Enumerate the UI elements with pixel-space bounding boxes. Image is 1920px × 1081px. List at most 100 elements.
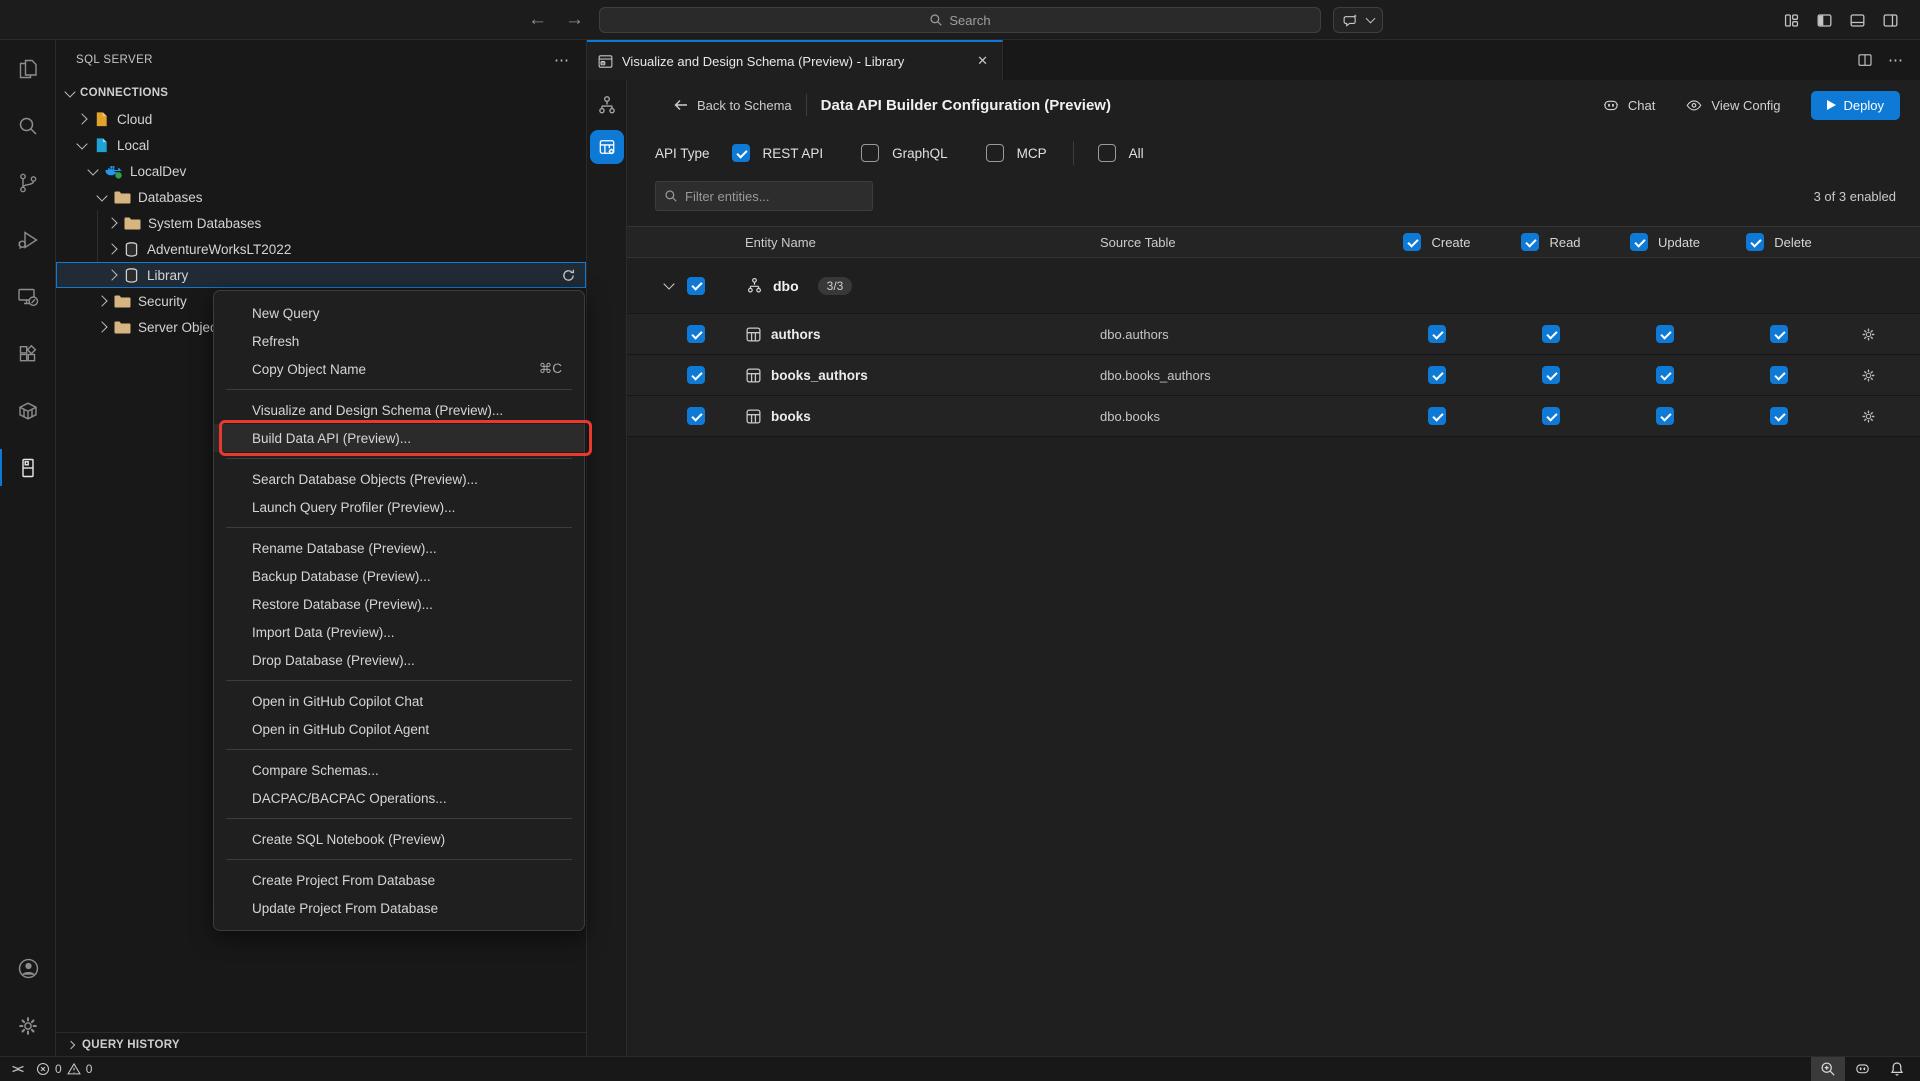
entity-row-books-authors[interactable]: books_authors dbo.books_authors — [627, 355, 1920, 396]
delete-checkbox[interactable] — [1770, 366, 1788, 384]
menu-item-refresh[interactable]: Refresh — [214, 327, 584, 355]
source-control-icon[interactable] — [0, 154, 56, 211]
menu-item-create-project[interactable]: Create Project From Database — [214, 866, 584, 894]
copilot-chat-button[interactable] — [1333, 7, 1383, 33]
chevron-down-icon[interactable] — [663, 278, 674, 289]
row-settings-gear-icon[interactable] — [1836, 408, 1900, 425]
menu-item-update-project[interactable]: Update Project From Database — [214, 894, 584, 922]
row-checkbox[interactable] — [687, 366, 705, 384]
api-option-mcp[interactable]: MCP — [986, 144, 1047, 162]
run-debug-icon[interactable] — [0, 211, 56, 268]
editor-more-actions-icon[interactable]: ⋯ — [1888, 51, 1904, 69]
read-checkbox[interactable] — [1542, 366, 1560, 384]
chat-button[interactable]: Chat — [1602, 96, 1655, 114]
mcp-checkbox[interactable] — [986, 144, 1004, 162]
view-config-button[interactable]: View Config — [1685, 96, 1780, 114]
connections-section-header[interactable]: CONNECTIONS — [56, 80, 586, 106]
back-to-schema-link[interactable]: Back to Schema — [673, 97, 792, 113]
copilot-status[interactable] — [1845, 1057, 1880, 1081]
rest-api-checkbox[interactable] — [732, 144, 750, 162]
delete-checkbox[interactable] — [1770, 325, 1788, 343]
entity-row-books[interactable]: books dbo.books — [627, 396, 1920, 437]
filter-entities-input[interactable] — [685, 189, 864, 204]
row-checkbox[interactable] — [687, 407, 705, 425]
search-view-icon[interactable] — [0, 97, 56, 154]
menu-item-copy-object-name[interactable]: Copy Object Name⌘C — [214, 355, 584, 383]
menu-item-open-copilot-agent[interactable]: Open in GitHub Copilot Agent — [214, 715, 584, 743]
row-settings-gear-icon[interactable] — [1836, 326, 1900, 343]
customize-layout-icon[interactable] — [1782, 11, 1801, 30]
nav-back-icon[interactable]: ← — [528, 9, 547, 31]
api-option-graphql[interactable]: GraphQL — [861, 144, 948, 162]
create-checkbox[interactable] — [1428, 407, 1446, 425]
database-projects-icon[interactable] — [0, 439, 56, 496]
remote-indicator-icon[interactable]: >< — [12, 1062, 22, 1076]
tree-item-system-databases[interactable]: System Databases — [56, 210, 586, 236]
global-search-input[interactable]: Search — [599, 7, 1321, 33]
menu-item-create-sql-notebook[interactable]: Create SQL Notebook (Preview) — [214, 825, 584, 853]
menu-item-backup-database[interactable]: Backup Database (Preview)... — [214, 562, 584, 590]
notifications-bell[interactable] — [1880, 1057, 1914, 1081]
update-checkbox[interactable] — [1656, 325, 1674, 343]
explorer-icon[interactable] — [0, 40, 56, 97]
menu-item-rename-database[interactable]: Rename Database (Preview)... — [214, 534, 584, 562]
sidebar-more-actions-icon[interactable]: ⋯ — [554, 51, 570, 69]
graphql-checkbox[interactable] — [861, 144, 879, 162]
api-option-all[interactable]: All — [1098, 144, 1144, 162]
schema-view-icon[interactable] — [596, 94, 618, 116]
menu-item-build-data-api[interactable]: Build Data API (Preview)... — [214, 424, 584, 452]
api-option-rest[interactable]: REST API — [732, 144, 824, 162]
menu-item-dacpac-bacpac[interactable]: DACPAC/BACPAC Operations... — [214, 784, 584, 812]
nav-forward-icon[interactable]: → — [565, 9, 584, 31]
create-checkbox[interactable] — [1428, 325, 1446, 343]
filter-entities-input-wrap[interactable] — [655, 181, 873, 211]
data-api-view-button[interactable] — [590, 130, 624, 164]
menu-item-search-database-objects[interactable]: Search Database Objects (Preview)... — [214, 465, 584, 493]
menu-item-open-copilot-chat[interactable]: Open in GitHub Copilot Chat — [214, 687, 584, 715]
create-all-checkbox[interactable] — [1403, 233, 1421, 251]
tab-visualize-design-schema[interactable]: Visualize and Design Schema (Preview) - … — [587, 40, 1003, 80]
menu-item-compare-schemas[interactable]: Compare Schemas... — [214, 756, 584, 784]
schema-group-row[interactable]: dbo 3/3 — [627, 258, 1920, 314]
menu-item-drop-database[interactable]: Drop Database (Preview)... — [214, 646, 584, 674]
menu-item-import-data[interactable]: Import Data (Preview)... — [214, 618, 584, 646]
update-checkbox[interactable] — [1656, 407, 1674, 425]
query-history-section[interactable]: QUERY HISTORY — [56, 1032, 586, 1056]
tree-item-localdev[interactable]: LocalDev — [56, 158, 586, 184]
delete-all-checkbox[interactable] — [1746, 233, 1764, 251]
row-settings-gear-icon[interactable] — [1836, 367, 1900, 384]
split-editor-icon[interactable] — [1856, 51, 1874, 69]
read-checkbox[interactable] — [1542, 325, 1560, 343]
settings-gear-icon[interactable] — [0, 997, 56, 1054]
tree-item-adventureworks[interactable]: AdventureWorksLT2022 — [56, 236, 586, 262]
menu-item-restore-database[interactable]: Restore Database (Preview)... — [214, 590, 584, 618]
tree-item-cloud[interactable]: Cloud — [56, 106, 586, 132]
delete-checkbox[interactable] — [1770, 407, 1788, 425]
row-checkbox[interactable] — [687, 325, 705, 343]
tree-item-library[interactable]: Library — [56, 262, 586, 288]
read-checkbox[interactable] — [1542, 407, 1560, 425]
create-checkbox[interactable] — [1428, 366, 1446, 384]
zoom-indicator[interactable] — [1811, 1057, 1845, 1081]
toggle-sidebar-icon[interactable] — [1815, 11, 1834, 30]
menu-item-new-query[interactable]: New Query — [214, 299, 584, 327]
entity-row-authors[interactable]: authors dbo.authors — [627, 314, 1920, 355]
problems-indicator[interactable]: 0 0 — [36, 1062, 92, 1076]
extensions-icon[interactable] — [0, 325, 56, 382]
tree-item-databases[interactable]: Databases — [56, 184, 586, 210]
update-all-checkbox[interactable] — [1630, 233, 1648, 251]
menu-item-visualize-design-schema[interactable]: Visualize and Design Schema (Preview)... — [214, 396, 584, 424]
group-checkbox[interactable] — [687, 277, 705, 295]
remote-sql-icon[interactable] — [0, 268, 56, 325]
deploy-button[interactable]: Deploy — [1811, 91, 1900, 120]
menu-item-launch-query-profiler[interactable]: Launch Query Profiler (Preview)... — [214, 493, 584, 521]
tree-item-local[interactable]: Local — [56, 132, 586, 158]
all-checkbox[interactable] — [1098, 144, 1116, 162]
refresh-icon[interactable] — [561, 268, 576, 283]
containers-icon[interactable] — [0, 382, 56, 439]
toggle-secondary-sidebar-icon[interactable] — [1881, 11, 1900, 30]
toggle-panel-icon[interactable] — [1848, 11, 1867, 30]
tab-close-icon[interactable]: ✕ — [973, 51, 992, 71]
read-all-checkbox[interactable] — [1521, 233, 1539, 251]
account-icon[interactable] — [0, 940, 56, 997]
